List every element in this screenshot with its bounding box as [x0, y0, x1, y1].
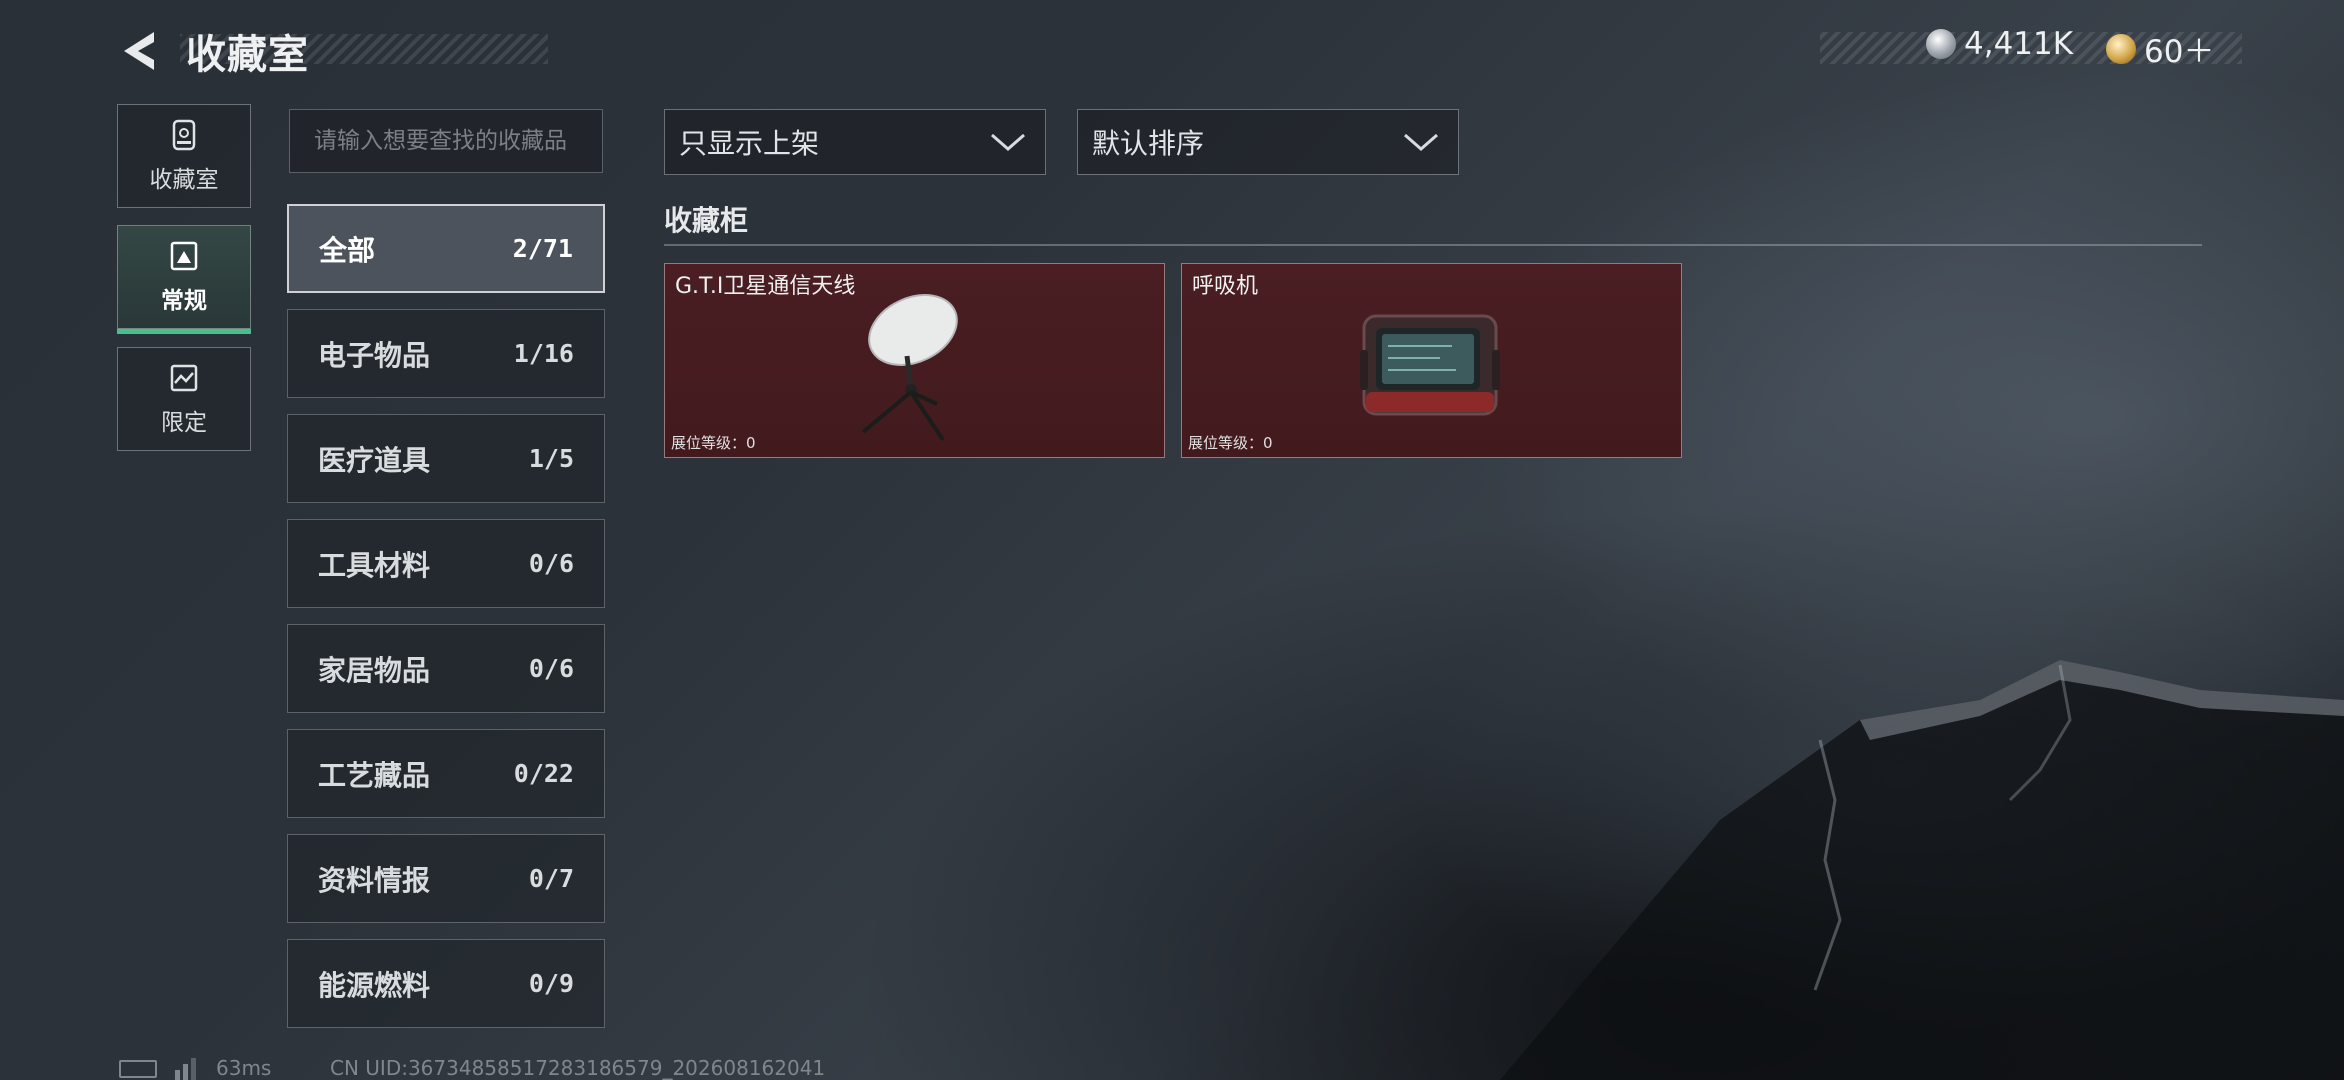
chevron-down-icon: [1404, 133, 1438, 151]
signal-icon: [175, 1058, 196, 1080]
category-count: 2/71: [512, 234, 573, 263]
category-name: 全部: [319, 233, 376, 267]
category-count: 1/16: [513, 339, 574, 368]
satellite-dish-icon: [861, 294, 958, 442]
category-energy[interactable]: 能源燃料 0/9: [287, 939, 605, 1028]
back-arrow-icon[interactable]: [114, 26, 164, 76]
card-name: 呼吸机: [1192, 274, 1259, 299]
sort-dropdown[interactable]: 默认排序: [1077, 109, 1459, 175]
category-name: 医疗道具: [318, 443, 431, 477]
collectible-card[interactable]: G.T.I卫星通信天线 展位等级：0: [664, 263, 1165, 458]
limited-icon: [170, 364, 198, 392]
collection-room-icon: [172, 119, 196, 151]
card-name: G.T.I卫星通信天线: [675, 274, 856, 299]
category-count: 0/6: [528, 549, 574, 578]
category-count: 0/6: [528, 654, 574, 683]
card-level: 展位等级：0: [1188, 434, 1273, 452]
category-medical[interactable]: 医疗道具 1/5: [287, 414, 605, 503]
category-name: 电子物品: [318, 338, 431, 372]
currency-silver[interactable]: 4,411K: [1926, 26, 2073, 62]
category-count: 1/5: [528, 444, 574, 473]
chevron-down-icon: [991, 133, 1025, 151]
collectible-card[interactable]: 呼吸机 展位等级：0: [1181, 263, 1682, 458]
ping-text: 63ms: [216, 1056, 272, 1080]
category-name: 工具材料: [318, 548, 431, 582]
category-tools[interactable]: 工具材料 0/6: [287, 519, 605, 608]
regular-icon: [170, 241, 198, 271]
category-name: 家居物品: [318, 653, 431, 687]
category-electronics[interactable]: 电子物品 1/16: [287, 309, 605, 398]
category-crafts[interactable]: 工艺藏品 0/22: [287, 729, 605, 818]
section-divider: [664, 244, 2202, 246]
category-name: 工艺藏品: [318, 758, 431, 792]
nav-item-collection-room[interactable]: 收藏室: [117, 104, 251, 208]
section-title: 收藏柜: [664, 204, 749, 237]
category-count: 0/9: [528, 969, 574, 998]
category-name: 资料情报: [318, 863, 431, 897]
search-input[interactable]: [312, 127, 580, 155]
silver-amount: 4,411K: [1964, 26, 2074, 62]
card-level: 展位等级：0: [671, 434, 756, 452]
silver-coin-icon: [1926, 29, 1956, 59]
category-intel[interactable]: 资料情报 0/7: [287, 834, 605, 923]
category-name: 能源燃料: [318, 968, 431, 1002]
battery-icon: [119, 1060, 157, 1078]
nav-item-label: 常规: [161, 288, 207, 314]
nav-item-regular[interactable]: 常规: [117, 225, 251, 334]
search-box[interactable]: [289, 109, 603, 173]
sort-value: 默认排序: [1092, 127, 1205, 160]
nav-item-label: 限定: [161, 410, 207, 436]
category-count: 0/7: [528, 864, 574, 893]
uid-text: CN UID:3673485851728318657​9_20260816204…: [330, 1056, 826, 1080]
ventilator-icon: [1360, 314, 1500, 416]
display-filter-dropdown[interactable]: 只显示上架: [664, 109, 1046, 175]
page-title: 收藏室: [186, 32, 309, 78]
gold-amount: 60＋: [2144, 34, 2215, 70]
nav-item-limited[interactable]: 限定: [117, 347, 251, 451]
category-all[interactable]: 全部 2/71: [287, 204, 605, 293]
display-filter-value: 只显示上架: [679, 127, 820, 160]
category-count: 0/22: [513, 759, 574, 788]
gold-coin-icon: [2106, 33, 2136, 64]
nav-item-label: 收藏室: [149, 167, 219, 193]
category-household[interactable]: 家居物品 0/6: [287, 624, 605, 713]
currency-gold[interactable]: 60＋: [2106, 26, 2214, 71]
